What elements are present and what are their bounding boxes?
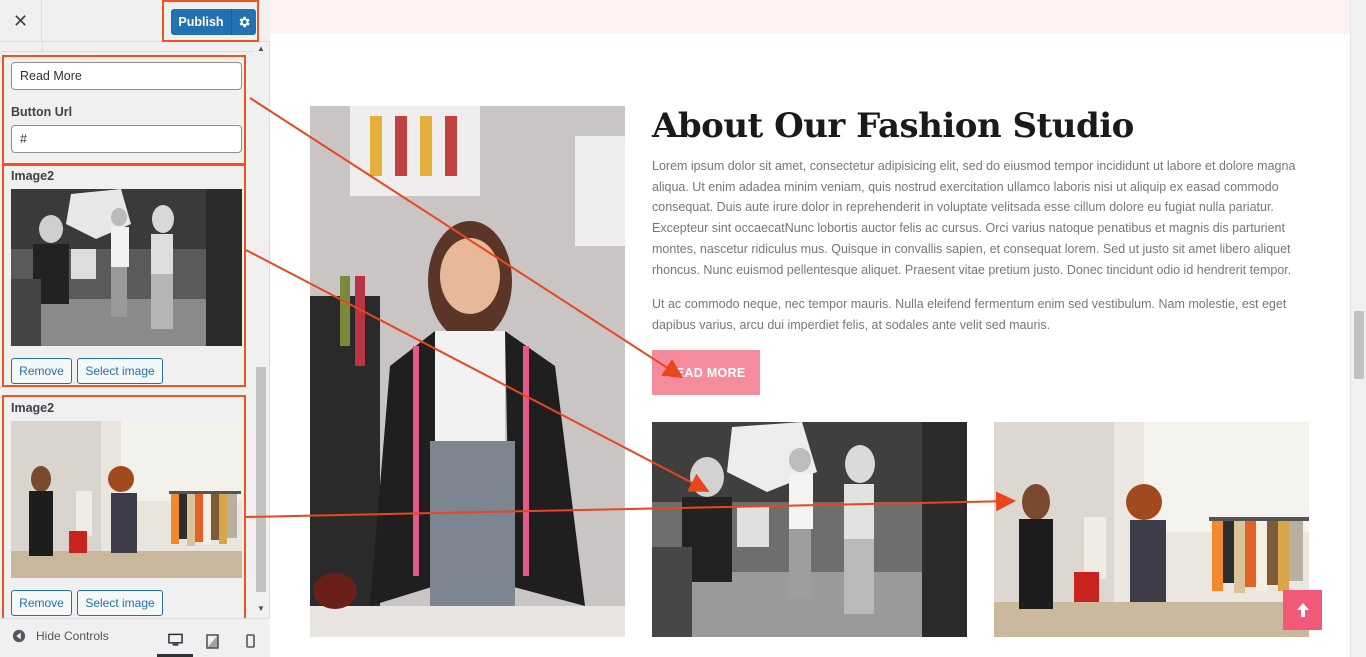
panel-header: ✕ Publish [0,0,270,42]
studio-color-large-photo [994,422,1309,637]
publish-button[interactable]: Publish [171,9,231,35]
image-section-1: Image2 Remove Select image [2,163,246,387]
gear-icon [239,16,250,28]
image-preview-bw[interactable] [11,189,242,346]
image-label: Image2 [11,169,55,183]
about-photo-bw [652,422,967,637]
studio-color-photo [11,421,242,578]
hide-controls-button[interactable]: Hide Controls [12,629,109,643]
studio-bw-large-photo [652,422,967,637]
site-preview: About Our Fashion Studio Lorem ipsum dol… [270,0,1350,657]
remove-button[interactable]: Remove [11,358,72,384]
preview-desktop-button[interactable] [157,625,193,657]
window-scroll-thumb[interactable] [1354,311,1364,379]
close-icon: ✕ [12,10,29,31]
image-label: Image2 [11,401,55,415]
about-paragraph-1: Lorem ipsum dolor sit amet, consectetur … [652,159,1296,277]
about-main-photo [310,106,625,637]
button-text-input[interactable] [11,62,242,90]
about-paragraph-2: Ut ac commodo neque, nec tempor mauris. … [652,297,1287,332]
remove-button[interactable]: Remove [11,590,72,616]
window-scrollbar[interactable] [1350,0,1366,657]
image-preview-color[interactable] [11,421,242,578]
arrow-up-icon [1296,603,1309,617]
button-url-label: Button Url [11,105,73,119]
about-title: About Our Fashion Studio [652,106,1134,146]
about-photo-color [994,422,1309,637]
desktop-icon [167,633,183,646]
scroll-up-arrow-icon[interactable]: ▲ [256,44,266,54]
back-to-top-button[interactable] [1283,590,1322,630]
header-band [270,0,1350,34]
divider-line [42,42,43,52]
preview-mobile-button[interactable] [232,625,268,657]
section-divider [0,42,255,52]
customizer-panel: ✕ Publish Button Url Image2 [0,0,270,657]
publish-highlight: Publish [162,0,259,42]
panel-scrollbar[interactable]: ▲ ▼ [254,42,268,618]
studio-bw-photo [11,189,242,346]
panel-footer: Hide Controls [0,618,270,657]
hide-controls-label: Hide Controls [36,629,109,643]
tablet-icon [205,633,219,649]
close-button[interactable]: ✕ [0,0,42,42]
designer-portrait-photo [310,106,625,637]
button-url-input[interactable] [11,125,242,153]
publish-settings-button[interactable] [231,9,256,35]
button-fields-highlight: Button Url [2,55,246,166]
preview-tablet-button[interactable] [194,625,230,657]
image-section-2: Image2 Remove Select image [2,395,246,618]
scroll-down-arrow-icon[interactable]: ▼ [256,604,266,614]
collapse-arrow-icon [12,629,26,643]
read-more-button[interactable]: READ MORE [652,350,760,395]
select-image-button[interactable]: Select image [77,358,163,384]
mobile-icon [245,634,255,648]
select-image-button[interactable]: Select image [77,590,163,616]
panel-scroll-thumb[interactable] [256,367,266,592]
panel-controls: Button Url Image2 [0,42,255,618]
